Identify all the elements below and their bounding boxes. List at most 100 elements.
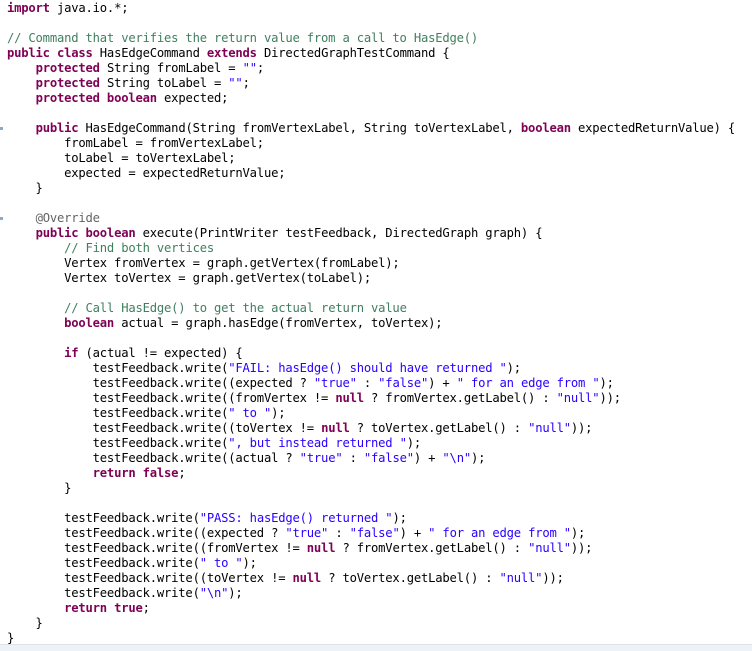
string-token: ", but instead returned " [228,436,407,450]
string-token: "false" [378,376,429,390]
fold-marker-icon[interactable] [0,217,3,220]
code-token: execute(PrintWriter testFeedback, Direct… [135,226,543,240]
code-line[interactable]: // Find both vertices [7,241,214,256]
code-line[interactable]: testFeedback.write((toVertex != null ? t… [7,571,564,586]
code-line[interactable]: testFeedback.write((fromVertex != null ?… [7,391,621,406]
code-token: testFeedback.write( [7,586,200,600]
code-token: ) + [428,376,457,390]
code-line[interactable]: testFeedback.write((toVertex != null ? t… [7,421,593,436]
code-token: toLabel = toVertexLabel; [7,151,236,165]
code-line[interactable]: testFeedback.write((actual ? "true" : "f… [7,451,486,466]
code-line[interactable]: testFeedback.write((expected ? "true" : … [7,526,585,541]
code-line[interactable]: // Command that verifies the return valu… [7,31,478,46]
code-token: ); [271,406,286,420]
code-token: testFeedback.write( [7,556,200,570]
code-line[interactable]: testFeedback.write(" to "); [7,406,286,421]
code-line[interactable]: Vertex fromVertex = graph.getVertex(from… [7,256,400,271]
keyword-token: if [64,346,79,360]
code-line[interactable]: expected = expectedReturnValue; [7,166,285,181]
code-line[interactable]: protected String fromLabel = ""; [7,61,265,76]
code-editor[interactable]: import java.io.*; // Command that verifie… [0,0,752,650]
code-line[interactable]: public class HasEdgeCommand extends Dire… [7,46,450,61]
string-token: "PASS: hasEdge() returned " [199,511,393,525]
code-token: Vertex fromVertex = graph.getVertex(from… [7,256,400,270]
code-line[interactable]: if (actual != expected) { [7,346,243,361]
code-token: testFeedback.write((fromVertex != [7,541,307,555]
code-line[interactable]: import java.io.*; [7,1,129,16]
code-token: ); [599,376,614,390]
keyword-token: null [335,391,364,405]
code-line[interactable]: } [7,481,71,496]
code-line[interactable]: testFeedback.write("FAIL: hasEdge() shou… [7,361,521,376]
keyword-token: boolean [520,121,571,135]
code-token: ; [178,466,186,480]
string-token: "null" [528,541,571,555]
keyword-token: public boolean [35,226,136,240]
code-token: ; [242,76,250,90]
code-token: (actual != expected) { [78,346,243,360]
code-token: expected; [156,91,229,105]
code-token: testFeedback.write((fromVertex != [7,391,336,405]
code-line[interactable]: public boolean execute(PrintWriter testF… [7,226,543,241]
code-line[interactable]: testFeedback.write((expected ? "true" : … [7,376,614,391]
code-line[interactable]: testFeedback.write((fromVertex != null ?… [7,541,592,556]
code-line[interactable]: boolean actual = graph.hasEdge(fromVerte… [7,316,442,331]
code-line[interactable]: } [7,181,43,196]
code-token: : [356,376,379,390]
code-token: testFeedback.write((toVertex != [7,421,322,435]
code-token: testFeedback.write((expected ? [7,526,286,540]
code-line[interactable]: testFeedback.write(", but instead return… [7,436,422,451]
code-line[interactable]: testFeedback.write(" to "); [7,556,257,571]
string-token: " for an edge from " [428,526,571,540]
keyword-token: extends [206,46,257,60]
code-line[interactable]: public HasEdgeCommand(String fromVertexL… [7,121,736,136]
keyword-token: boolean [64,316,115,330]
code-line[interactable]: Vertex toVertex = graph.getVertex(toLabe… [7,271,371,286]
code-token: actual = graph.hasEdge(fromVertex, toVer… [114,316,443,330]
code-token: ); [228,586,243,600]
string-token: "null" [499,571,543,585]
string-token: " for an edge from " [456,376,600,390]
code-line[interactable]: return false; [7,466,186,481]
code-token: ? fromVertex.getLabel() : [363,391,557,405]
code-token: testFeedback.write((actual ? [7,451,300,465]
string-token: "true" [299,451,343,465]
code-line[interactable]: testFeedback.write("\n"); [7,586,243,601]
code-token: } [7,616,43,630]
code-token: HasEdgeCommand(String fromVertexLabel, S… [78,121,521,135]
code-line[interactable]: fromLabel = fromVertexLabel; [7,136,264,151]
string-token: "FAIL: hasEdge() should have returned " [228,361,507,375]
code-line[interactable]: testFeedback.write("PASS: hasEdge() retu… [7,511,407,526]
string-token: "true" [313,376,357,390]
code-line[interactable]: toLabel = toVertexLabel; [7,151,236,166]
code-token: testFeedback.write( [7,511,200,525]
code-token: )); [599,391,621,405]
code-line[interactable]: // Call HasEdge() to get the actual retu… [7,301,407,316]
code-token: )); [542,571,564,585]
code-token: java.io.*; [49,1,129,15]
code-line[interactable]: return true; [7,601,150,616]
code-token: ); [570,526,586,540]
code-line[interactable]: } [7,616,43,631]
string-token: "false" [363,451,414,465]
comment-token: // Call HasEdge() to get the actual retu… [64,301,407,315]
string-token: "true" [285,526,329,540]
code-token: )); [570,541,593,555]
string-token: "" [242,61,257,75]
code-line[interactable]: protected boolean expected; [7,91,229,106]
code-line[interactable]: protected String toLabel = ""; [7,76,250,91]
code-line[interactable]: @Override [7,211,100,226]
code-token: testFeedback.write( [7,436,229,450]
code-token: ); [506,361,521,375]
annotation-token: @Override [35,211,100,225]
fold-marker-icon[interactable] [0,127,3,130]
